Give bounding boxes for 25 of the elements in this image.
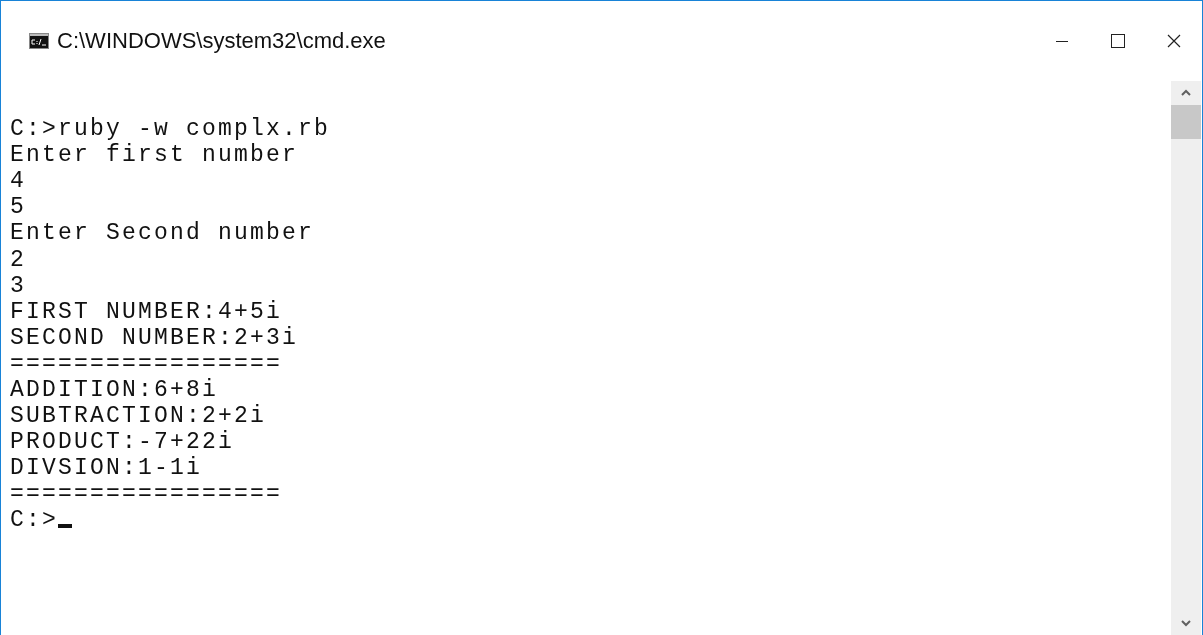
scroll-down-icon[interactable] xyxy=(1181,620,1191,627)
console-line: 4 xyxy=(10,168,26,195)
console-line: 5 xyxy=(10,194,26,221)
console-line: PRODUCT:-7+22i xyxy=(10,429,235,456)
window-title: C:\WINDOWS\system32\cmd.exe xyxy=(57,28,386,54)
console-line: ADDITION:6+8i xyxy=(10,377,219,403)
console-line: DIVSION:1-1i xyxy=(10,455,203,482)
console-line: FIRST NUMBER:4+5i xyxy=(10,298,283,325)
console-line: 3 xyxy=(10,272,26,299)
console-line: ================= xyxy=(10,350,283,377)
scroll-up-icon[interactable] xyxy=(1181,89,1191,96)
console-line: SECOND NUMBER:2+3i xyxy=(10,324,299,351)
console-line: C:>ruby -w complx.rb xyxy=(10,116,331,143)
scrollbar-thumb[interactable] xyxy=(1171,105,1201,139)
scrollbar[interactable] xyxy=(1171,81,1201,635)
console-line: 2 xyxy=(10,246,26,273)
maximize-icon xyxy=(1111,34,1125,48)
console-line: C:> xyxy=(10,507,58,534)
console-line: Enter first number xyxy=(10,142,299,169)
console-icon xyxy=(29,33,49,49)
console-line: ================= xyxy=(10,481,283,508)
console-line: SUBTRACTION:2+2i xyxy=(10,403,267,430)
text-cursor xyxy=(58,524,72,529)
console-line: Enter Second number xyxy=(10,220,315,247)
close-icon xyxy=(1167,34,1181,48)
